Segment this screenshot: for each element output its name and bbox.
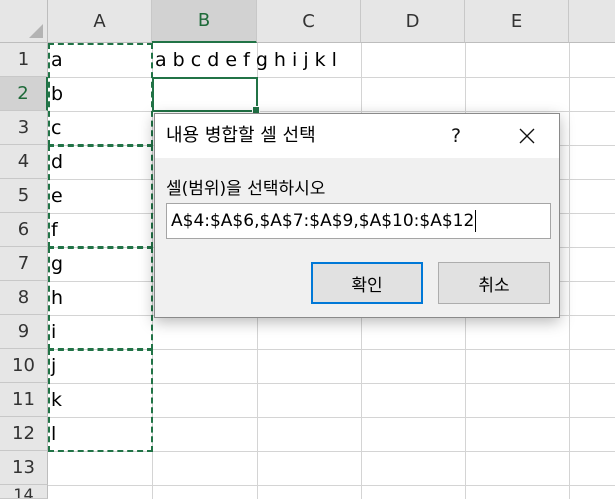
range-input-value: A$4:$A$6,$A$7:$A$9,$A$10:$A$12: [171, 211, 475, 231]
row-header-13[interactable]: 13: [0, 451, 48, 485]
row-header-1[interactable]: 1: [0, 43, 48, 77]
active-cell-b2[interactable]: [152, 77, 260, 114]
close-button[interactable]: [507, 114, 547, 158]
row-header-9[interactable]: 9: [0, 315, 48, 349]
column-header-d[interactable]: D: [361, 0, 465, 43]
row-header-10[interactable]: 10: [0, 349, 48, 383]
row-header-3[interactable]: 3: [0, 111, 48, 145]
column-header-b[interactable]: B: [152, 0, 257, 43]
row-header-7[interactable]: 7: [0, 247, 48, 281]
dialog-prompt: 셀(범위)을 선택하시오: [166, 179, 326, 199]
selection-marquee-a7-a9: [48, 247, 153, 350]
row-header-2[interactable]: 2: [0, 77, 48, 111]
column-header-c[interactable]: C: [257, 0, 361, 43]
selection-marquee-a10-a12: [48, 349, 153, 452]
close-icon: [519, 128, 535, 144]
selection-marquee-a4-a6: [48, 145, 153, 248]
column-header-a[interactable]: A: [48, 0, 152, 43]
cell-b1[interactable]: a b c d e f g h i j k l: [155, 43, 337, 77]
row-header-6[interactable]: 6: [0, 213, 48, 247]
select-all-corner[interactable]: [0, 0, 48, 43]
dialog-title: 내용 병합할 셀 선택: [166, 125, 316, 146]
dialog-titlebar[interactable]: 내용 병합할 셀 선택 ?: [155, 114, 559, 158]
range-input[interactable]: A$4:$A$6,$A$7:$A$9,$A$10:$A$12: [166, 203, 551, 239]
row-header-4[interactable]: 4: [0, 145, 48, 179]
text-caret: [475, 210, 477, 232]
ok-button[interactable]: 확인: [311, 262, 423, 304]
column-header-e[interactable]: E: [465, 0, 569, 43]
merge-cells-dialog: 내용 병합할 셀 선택 ? 셀(범위)을 선택하시오 A$4:$A$6,$A$7…: [154, 113, 560, 318]
column-header-f-partial[interactable]: [569, 0, 615, 43]
cancel-button[interactable]: 취소: [438, 262, 550, 304]
row-header-11[interactable]: 11: [0, 383, 48, 417]
row-header-8[interactable]: 8: [0, 281, 48, 315]
row-header-12[interactable]: 12: [0, 417, 48, 451]
gridline: [48, 485, 615, 486]
select-all-triangle-icon: [29, 24, 43, 38]
row-header-14[interactable]: 14: [0, 485, 48, 499]
row-header-5[interactable]: 5: [0, 179, 48, 213]
help-button[interactable]: ?: [443, 114, 469, 158]
selection-marquee-a1-a3: [48, 43, 153, 146]
